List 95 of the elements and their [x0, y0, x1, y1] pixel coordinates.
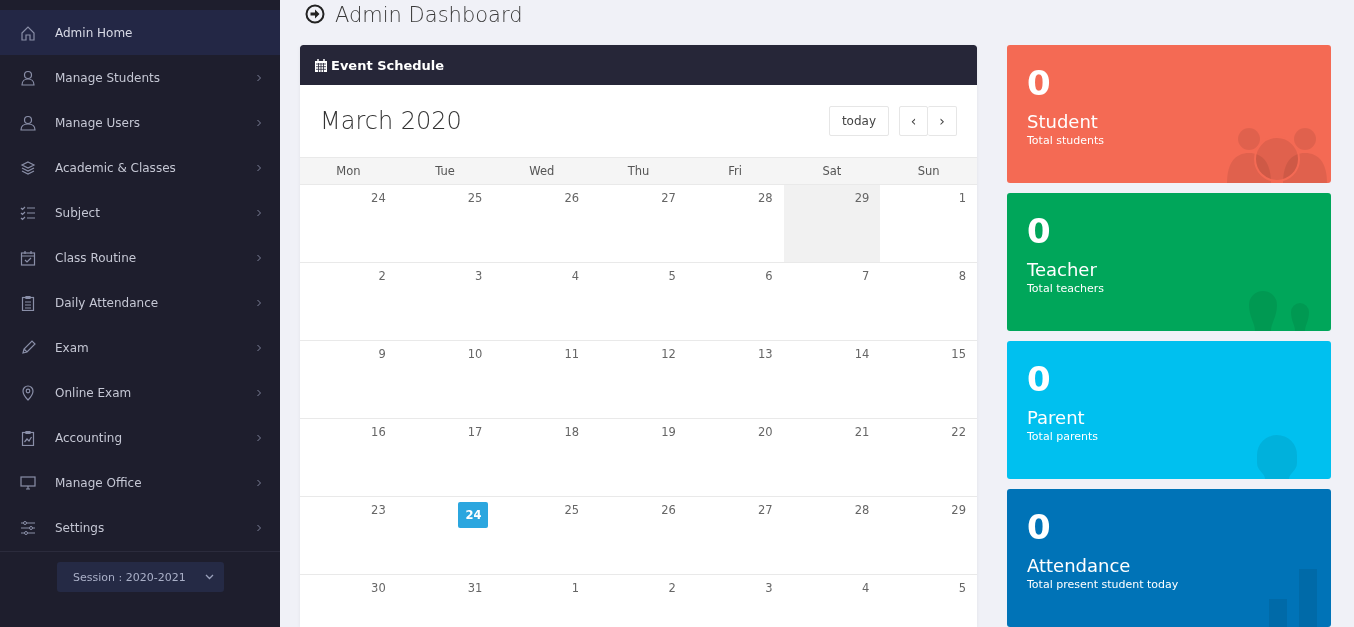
clipboard-icon: [20, 294, 36, 311]
stat-subtitle: Total teachers: [1027, 282, 1106, 296]
day-cell[interactable]: 23: [300, 497, 397, 574]
stat-value: 0: [1027, 65, 1052, 103]
day-cell[interactable]: 29: [880, 497, 977, 574]
sidebar-item[interactable]: Daily Attendance: [0, 280, 280, 325]
day-cell[interactable]: 18: [493, 419, 591, 496]
day-cell[interactable]: 1: [493, 575, 591, 627]
day-cell[interactable]: 27: [686, 497, 784, 574]
clipboard-chart-icon: [20, 429, 36, 446]
person-silhouette-icon: [1257, 435, 1297, 479]
stat-subtitle: Total present student today: [1027, 578, 1180, 592]
sidebar-item[interactable]: Online Exam: [0, 370, 280, 415]
layers-icon: [20, 159, 36, 176]
person-icon: [20, 69, 36, 86]
sidebar-item[interactable]: Exam: [0, 325, 280, 370]
day-cell[interactable]: 31: [396, 575, 494, 627]
day-cell[interactable]: 22: [880, 419, 977, 496]
sidebar-item[interactable]: Subject: [0, 190, 280, 235]
people-group-icon: [1227, 128, 1327, 183]
day-cell[interactable]: 2: [300, 263, 397, 340]
stat-title: Attendance: [1027, 555, 1132, 577]
day-cell[interactable]: 19: [590, 419, 687, 496]
day-cell[interactable]: 7: [783, 263, 881, 340]
day-cell[interactable]: 27: [590, 185, 687, 262]
home-icon: [20, 24, 36, 41]
calendar-icon: [315, 58, 327, 72]
sidebar-item[interactable]: Class Routine: [0, 235, 280, 280]
weekday-label: Tue: [434, 163, 456, 180]
panel-title: Event Schedule: [331, 57, 445, 73]
day-cell[interactable]: 28: [686, 185, 784, 262]
day-cell[interactable]: 2: [590, 575, 687, 627]
day-cell[interactable]: 1: [880, 185, 977, 262]
day-cell[interactable]: 17: [396, 419, 494, 496]
weekday-label: Sat: [821, 163, 843, 180]
stat-title: Parent: [1027, 407, 1086, 429]
next-month-button[interactable]: ›: [928, 106, 957, 136]
stat-subtitle: Total parents: [1027, 430, 1099, 444]
day-cell[interactable]: 21: [783, 419, 881, 496]
day-cell[interactable]: 16: [300, 419, 397, 496]
stat-title: Teacher: [1027, 259, 1098, 281]
weekday-label: Fri: [727, 163, 744, 180]
sidebar-item[interactable]: Settings: [0, 505, 280, 550]
location-pin-icon: [20, 384, 36, 401]
stat-value: 0: [1027, 213, 1052, 251]
chevron-down-icon: [205, 574, 214, 580]
sidebar-item[interactable]: Manage Users: [0, 100, 280, 145]
stat-subtitle: Total students: [1027, 134, 1105, 148]
checklist-icon: [20, 204, 36, 221]
day-cell[interactable]: 10: [396, 341, 494, 418]
weekday-label: Wed: [528, 163, 556, 180]
day-cell[interactable]: 6: [686, 263, 784, 340]
weekday-label: Thu: [626, 163, 651, 180]
day-cell[interactable]: 13: [686, 341, 784, 418]
weekday-label: Sun: [916, 163, 941, 180]
stat-value: 0: [1027, 361, 1052, 399]
sidebar-item[interactable]: Accounting: [0, 415, 280, 460]
day-cell[interactable]: 4: [493, 263, 591, 340]
day-cell[interactable]: 3: [396, 263, 494, 340]
day-cell[interactable]: 29: [783, 185, 881, 262]
day-cell[interactable]: 28: [783, 497, 881, 574]
stat-value: 0: [1027, 509, 1052, 547]
day-cell[interactable]: 5: [880, 575, 977, 627]
sidebar-item[interactable]: Manage Office: [0, 460, 280, 505]
day-cell[interactable]: 12: [590, 341, 687, 418]
session-dropdown[interactable]: Session : 2020-2021: [57, 562, 224, 592]
day-cell[interactable]: 15: [880, 341, 977, 418]
day-cell[interactable]: 24: [300, 185, 397, 262]
sliders-icon: [20, 519, 36, 536]
previous-month-button[interactable]: ‹: [899, 106, 928, 136]
day-cell[interactable]: 8: [880, 263, 977, 340]
day-cell[interactable]: 26: [590, 497, 687, 574]
today-button[interactable]: today: [828, 106, 889, 136]
day-cell[interactable]: 3: [686, 575, 784, 627]
sidebar-item[interactable]: Manage Students: [0, 55, 280, 100]
sidebar-item[interactable]: Admin Home: [0, 10, 280, 55]
calendar-month-title: March 2020: [320, 107, 463, 135]
day-cell[interactable]: 4: [783, 575, 881, 627]
day-cell[interactable]: 14: [783, 341, 881, 418]
sidebar-item[interactable]: Academic & Classes: [0, 145, 280, 190]
day-cell[interactable]: 9: [300, 341, 397, 418]
day-cell[interactable]: 11: [493, 341, 591, 418]
people-silhouette-icon: [1249, 291, 1309, 331]
day-cell[interactable]: 25: [493, 497, 591, 574]
calendar-check-icon: [20, 249, 36, 266]
pencil-icon: [20, 339, 36, 356]
monitor-icon: [20, 474, 36, 491]
stat-title: Student: [1027, 111, 1099, 133]
weekday-label: Mon: [335, 163, 362, 180]
day-cell[interactable]: 5: [590, 263, 687, 340]
day-cell[interactable]: 30: [300, 575, 397, 627]
day-cell[interactable]: 20: [686, 419, 784, 496]
page-title: Admin Dashboard: [335, 3, 523, 27]
day-cell[interactable]: 26: [493, 185, 591, 262]
day-cell[interactable]: 25: [396, 185, 494, 262]
